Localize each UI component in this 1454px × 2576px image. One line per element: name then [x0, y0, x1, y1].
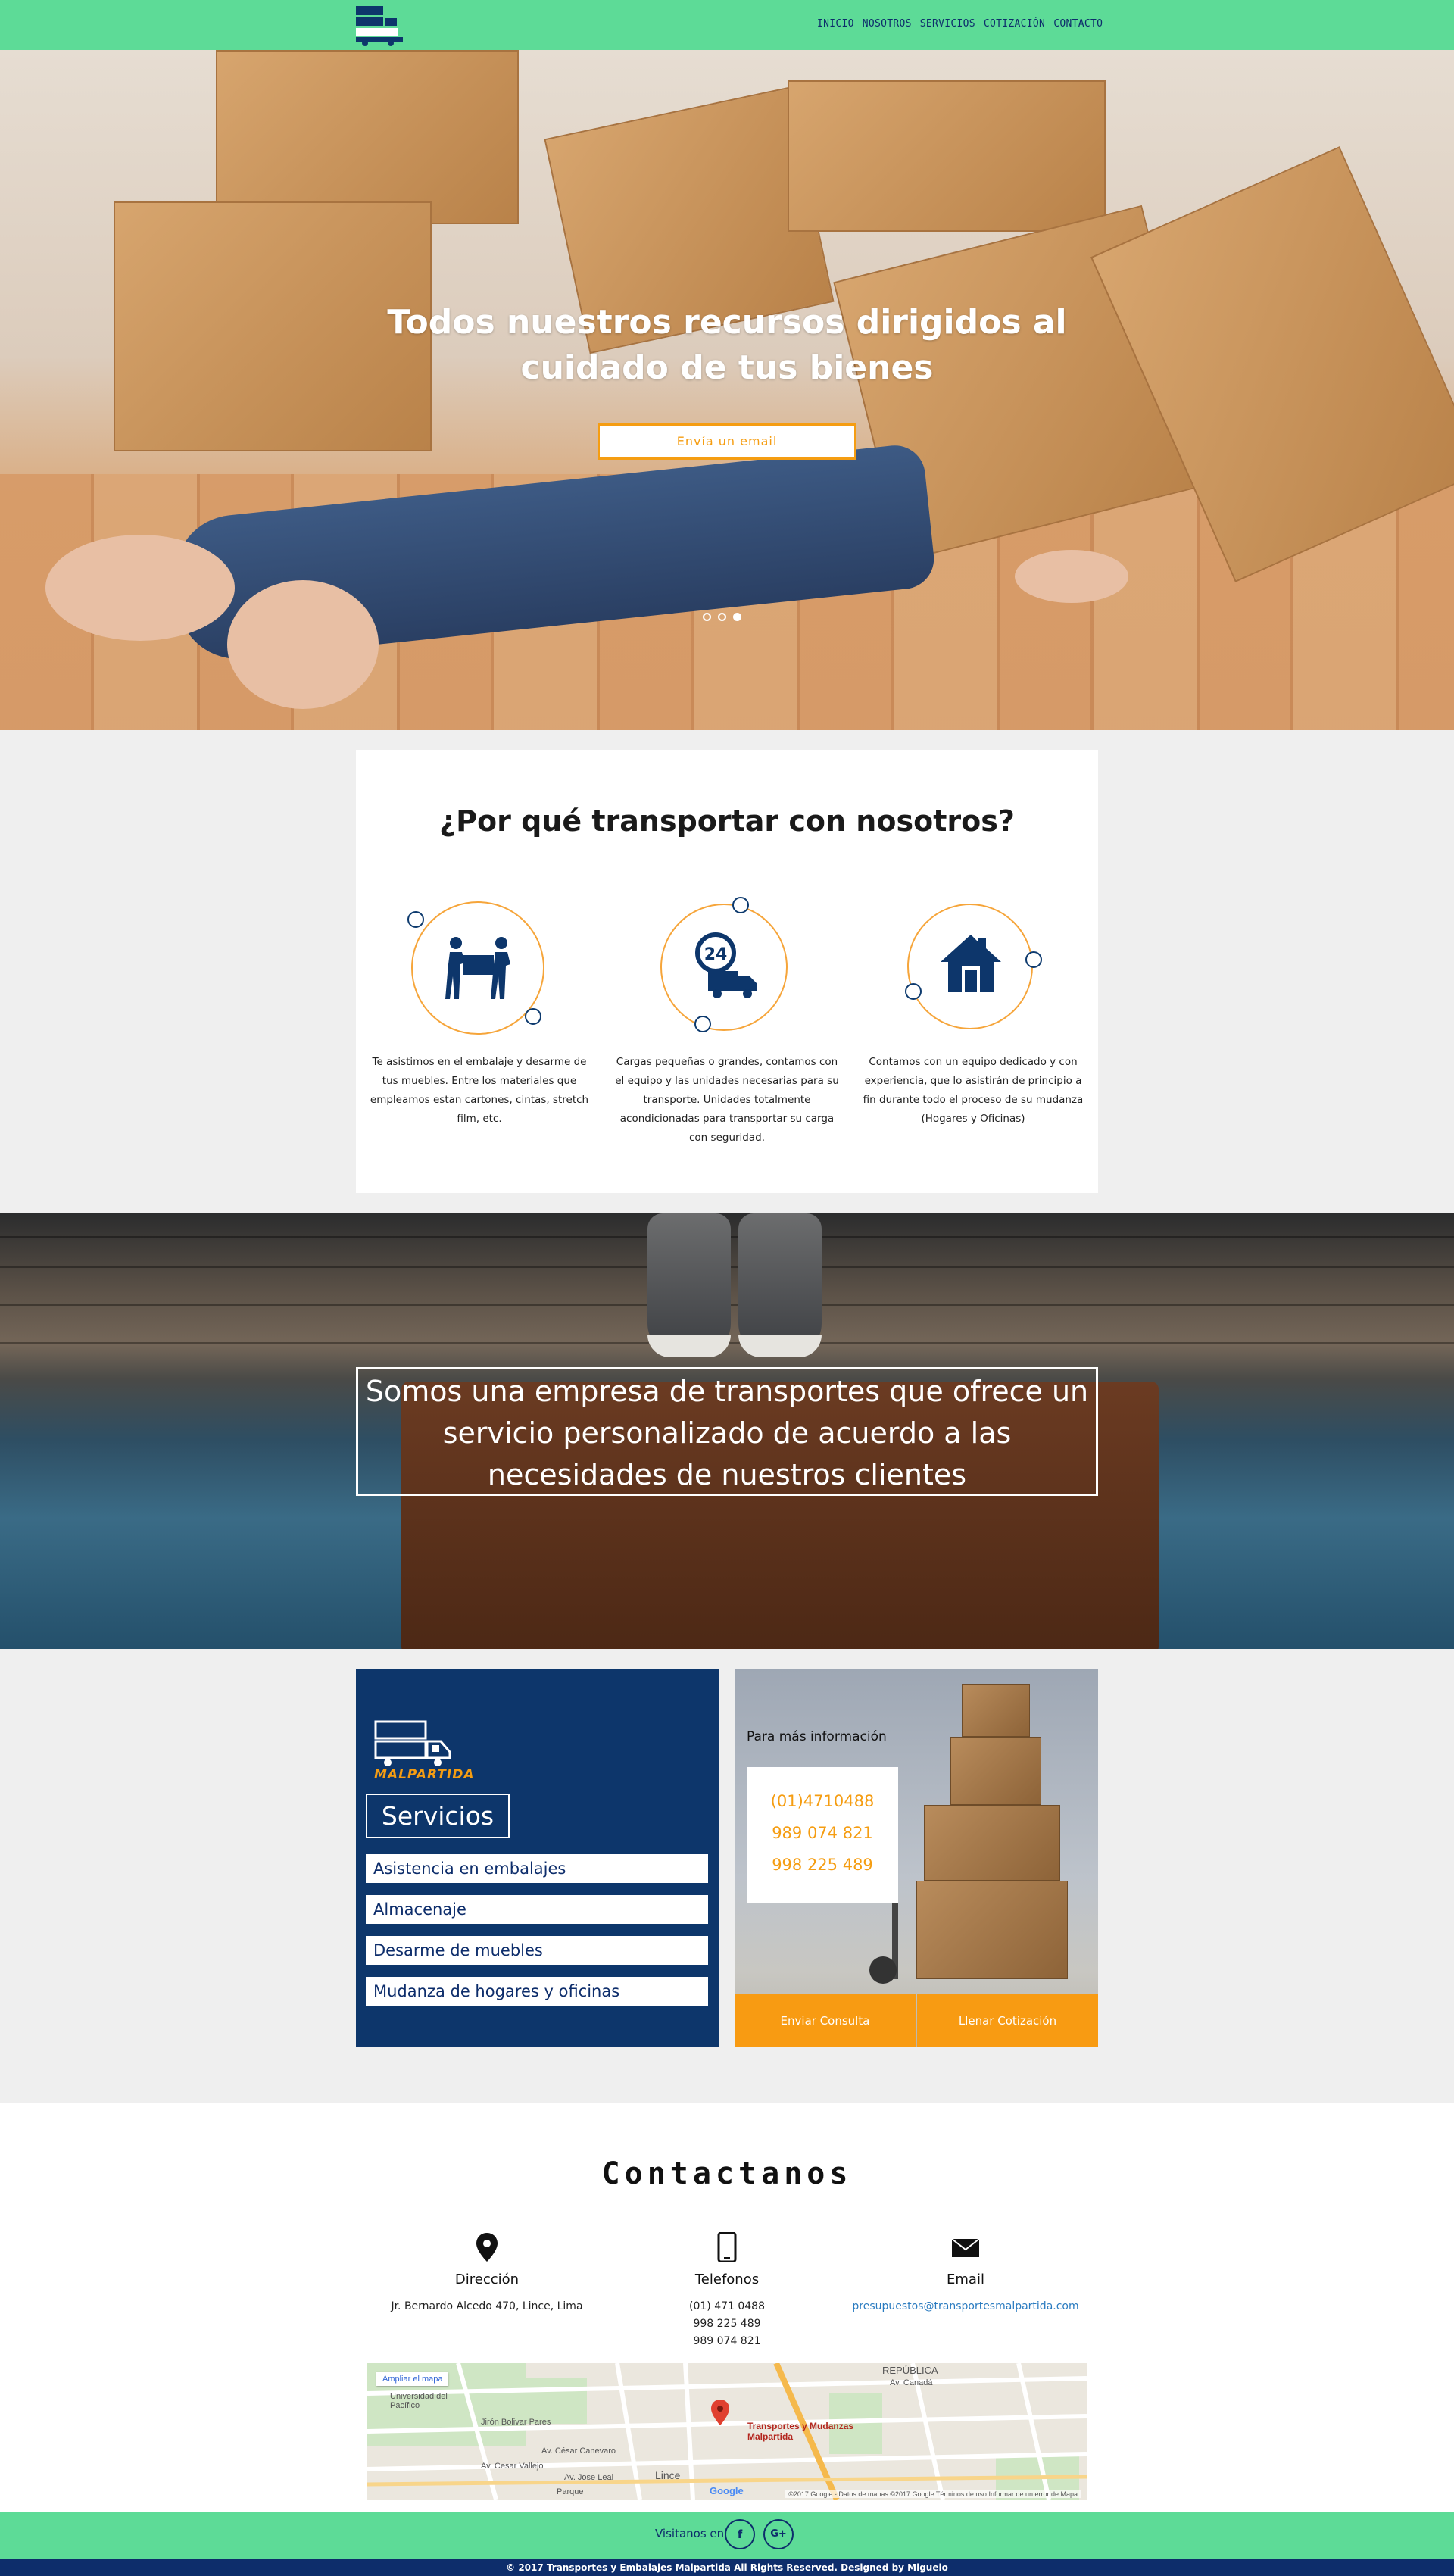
- contact-label: Dirección: [454, 2272, 520, 2287]
- service-item[interactable]: Mudanza de hogares y oficinas: [366, 1977, 708, 2006]
- service-item[interactable]: Asistencia en embalajes: [366, 1854, 708, 1883]
- sneaker-image: [647, 1213, 731, 1357]
- contact-label: Telefonos: [694, 2272, 760, 2287]
- phone-value[interactable]: 998 225 489: [613, 2315, 841, 2333]
- phone-list: (01) 471 0488 998 225 489 989 074 821: [613, 2298, 841, 2350]
- contact-phones: Telefonos (01) 471 0488 998 225 489 989 …: [613, 2232, 841, 2350]
- email-link[interactable]: presupuestos@transportesmalpartida.com: [852, 2300, 1078, 2312]
- house-icon: [941, 935, 1001, 992]
- hero-title: Todos nuestros recursos dirigidos al cui…: [387, 303, 1067, 387]
- sneaker-image: [738, 1213, 822, 1357]
- nav-servicios[interactable]: SERVICIOS: [920, 18, 975, 30]
- phone-number[interactable]: 989 074 821: [747, 1824, 898, 1842]
- map-label: REPÚBLICA: [882, 2365, 938, 2376]
- services-title: Servicios: [366, 1794, 510, 1838]
- copyright: © 2017 Transportes y Embalajes Malpartid…: [0, 2559, 1454, 2576]
- map-label: Parque: [557, 2487, 584, 2496]
- phone-number[interactable]: (01)4710488: [747, 1792, 898, 1810]
- company-banner: Somos una empresa de transportes que ofr…: [0, 1213, 1454, 1649]
- nav-nosotros[interactable]: NOSOTROS: [863, 18, 912, 30]
- google-logo: Google: [710, 2485, 744, 2496]
- address-value: Jr. Bernardo Alcedo 470, Lince, Lima: [391, 2300, 583, 2312]
- orbit-dot: [407, 911, 424, 928]
- truck-logo-icon[interactable]: [354, 3, 404, 47]
- hand-truck-wheel: [869, 1956, 897, 1984]
- svg-text:24: 24: [704, 945, 728, 964]
- feature-text: Te asistimos en el embalaje y desarme de…: [370, 1056, 589, 1125]
- expand-map-link[interactable]: Ampliar el mapa: [376, 2372, 449, 2386]
- why-us-section: ¿Por qué transportar con nosotros? Te as…: [356, 750, 1098, 1193]
- contact-address: Dirección Jr. Bernardo Alcedo 470, Lince…: [373, 2232, 601, 2315]
- top-navbar: INICIO NOSOTROS SERVICIOS COTIZACIÓN CON…: [0, 0, 1454, 50]
- send-inquiry-button[interactable]: Enviar Consulta: [735, 1994, 916, 2047]
- map-attribution: ©2017 Google - Datos de mapas ©2017 Goog…: [785, 2490, 1081, 2498]
- map-label: Av. Cesar Vallejo: [481, 2462, 544, 2471]
- phone-numbers-box: (01)4710488 989 074 821 998 225 489: [747, 1767, 898, 1903]
- orbit-dot: [732, 897, 749, 913]
- mobile-phone-icon: [717, 2232, 737, 2262]
- feature-text: Cargas pequeñas o grandes, contamos con …: [615, 1056, 839, 1144]
- service-item[interactable]: Almacenaje: [366, 1895, 708, 1924]
- orbit-dot: [1025, 951, 1042, 968]
- map-pin-icon: [476, 2233, 498, 2262]
- map-label: Jirón Bolivar Pares: [481, 2418, 551, 2427]
- nav-contacto[interactable]: CONTACTO: [1053, 18, 1103, 30]
- cardboard-box-image: [216, 50, 519, 224]
- services-panel: MALPARTIDA Servicios Asistencia en embal…: [356, 1669, 719, 2047]
- phone-number[interactable]: 998 225 489: [747, 1856, 898, 1874]
- map-label: Av. César Canevaro: [541, 2446, 616, 2456]
- 24h-delivery-truck-icon: 24: [695, 932, 757, 998]
- nav-inicio[interactable]: INICIO: [817, 18, 854, 30]
- banner-text-box: Somos una empresa de transportes que ofr…: [356, 1367, 1098, 1496]
- movers-carrying-box-icon: [445, 937, 510, 999]
- embedded-map[interactable]: Ampliar el mapa Universidad del Pacífico…: [367, 2363, 1087, 2500]
- stacked-box-image: [962, 1684, 1030, 1737]
- hand-image: [1015, 550, 1128, 603]
- slider-dot-active[interactable]: [733, 613, 741, 621]
- malpartida-truck-logo: MALPARTIDA: [374, 1720, 475, 1790]
- orbit-dot: [525, 1008, 541, 1025]
- stacked-box-image: [950, 1737, 1041, 1805]
- facebook-icon[interactable]: f: [725, 2519, 755, 2549]
- map-label: Universidad del Pacífico: [390, 2392, 448, 2410]
- service-item[interactable]: Desarme de muebles: [366, 1936, 708, 1965]
- orbit-dot: [905, 983, 922, 1000]
- contact-label: Email: [947, 2272, 984, 2287]
- map-streets: [367, 2363, 1087, 2500]
- slider-dot[interactable]: [703, 613, 711, 621]
- fill-quote-button[interactable]: Llenar Cotización: [917, 1994, 1098, 2047]
- map-label: Av. Jose Leal: [564, 2473, 614, 2482]
- section-title: ¿Por qué transportar con nosotros?: [439, 804, 1015, 838]
- envelope-icon: [951, 2238, 980, 2257]
- follow-label: Visitanos en: [655, 2527, 725, 2540]
- slider-dots: [703, 613, 741, 621]
- main-menu: INICIO NOSOTROS SERVICIOS COTIZACIÓN CON…: [817, 18, 1103, 30]
- foot-image: [227, 580, 379, 709]
- stacked-box-image: [916, 1881, 1068, 1979]
- phone-value[interactable]: 989 074 821: [613, 2333, 841, 2350]
- google-plus-icon[interactable]: G+: [763, 2519, 794, 2549]
- orbit-dot: [694, 1016, 711, 1032]
- contact-section: Contactanos Dirección Jr. Bernardo Alced…: [0, 2103, 1454, 2512]
- foot-image: [45, 535, 235, 641]
- map-label: Lince: [655, 2469, 681, 2481]
- phone-value[interactable]: (01) 471 0488: [613, 2298, 841, 2315]
- footer-bar: Visitanos en f G+: [0, 2512, 1454, 2559]
- email-value-wrapper: presupuestos@transportesmalpartida.com: [852, 2298, 1079, 2315]
- info-title: Para más información: [747, 1729, 887, 1744]
- nav-cotizacion[interactable]: COTIZACIÓN: [984, 18, 1045, 30]
- cardboard-box-image: [788, 80, 1106, 232]
- slider-dot[interactable]: [718, 613, 726, 621]
- feature-text: Contamos con un equipo dedicado y con ex…: [863, 1056, 1084, 1125]
- info-panel: Para más información (01)4710488 989 074…: [735, 1669, 1098, 2047]
- banner-text: Somos una empresa de transportes que ofr…: [365, 1375, 1089, 1491]
- hero-slider: Todos nuestros recursos dirigidos al cui…: [0, 50, 1454, 730]
- contact-title: Contactanos: [601, 2156, 853, 2191]
- stacked-box-image: [924, 1805, 1060, 1881]
- contact-email: Email presupuestos@transportesmalpartida…: [852, 2232, 1079, 2315]
- map-label: Av. Canadá: [890, 2378, 933, 2387]
- logo-wordmark: MALPARTIDA: [374, 1767, 475, 1782]
- map-place-label[interactable]: Transportes y Mudanzas Malpartida: [747, 2421, 861, 2442]
- hero-email-button[interactable]: Envía un email: [598, 423, 856, 460]
